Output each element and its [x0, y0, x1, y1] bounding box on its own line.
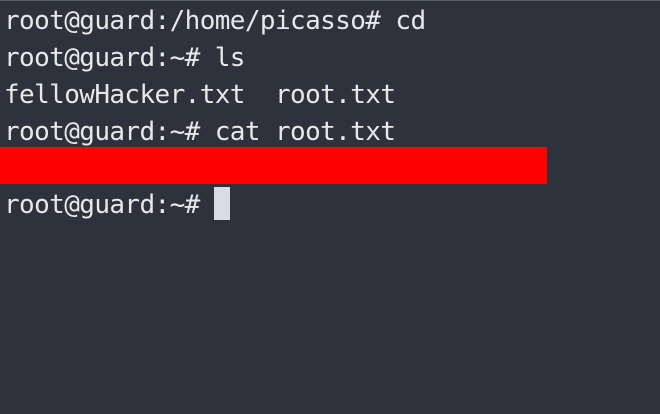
- terminal-line-cat: root@guard:~# cat root.txt: [4, 117, 396, 147]
- terminal-current-prompt[interactable]: root@guard:~#: [4, 187, 230, 223]
- redaction-bar: [0, 147, 547, 184]
- terminal-line-ls: root@guard:~# ls: [4, 43, 245, 73]
- terminal-line-ls-output: fellowHacker.txt root.txt: [4, 80, 396, 110]
- terminal-line-cd: root@guard:/home/picasso# cd: [4, 6, 426, 36]
- terminal-window[interactable]: root@guard:/home/picasso# cd root@guard:…: [0, 0, 660, 414]
- prompt-text: root@guard:~#: [4, 190, 200, 220]
- text-cursor: [213, 187, 230, 220]
